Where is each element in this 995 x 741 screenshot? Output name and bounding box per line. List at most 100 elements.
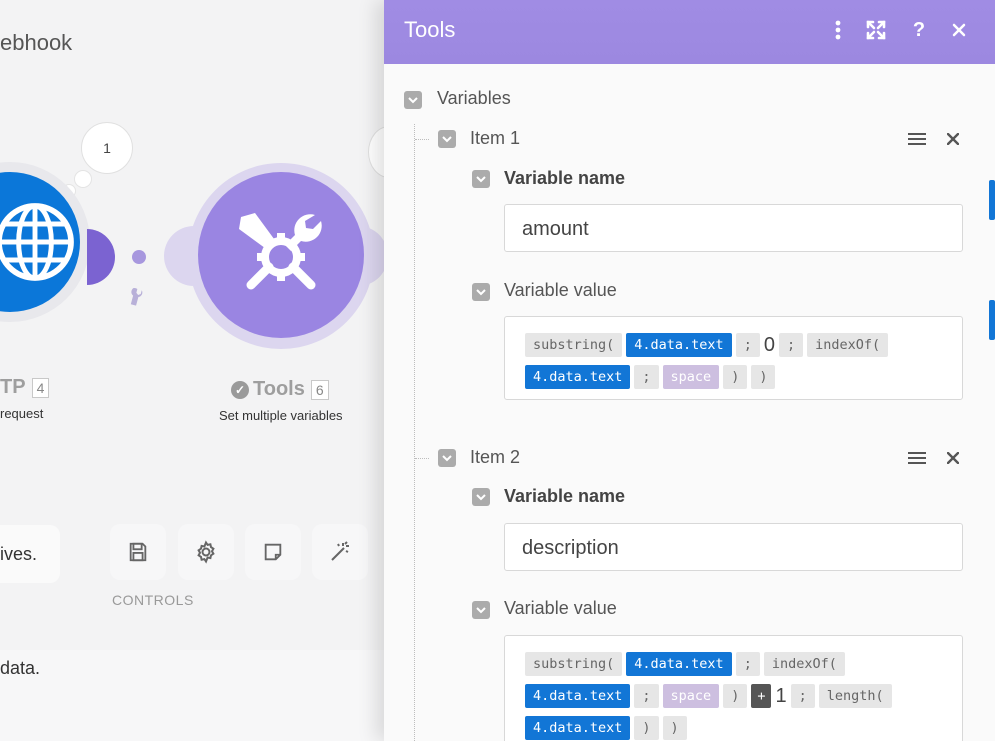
variable-value-collapse-toggle[interactable] — [472, 601, 490, 619]
chevron-down-icon — [408, 97, 418, 104]
http-module-id: 4 — [31, 377, 50, 398]
function-token[interactable]: length( — [818, 684, 892, 708]
info-tooltip: ives. — [0, 525, 60, 583]
notes-button[interactable] — [245, 524, 301, 580]
route-connector-dot[interactable] — [132, 250, 146, 264]
tree-guide — [415, 458, 429, 459]
tree-guide — [415, 139, 429, 140]
variable-value-collapse-toggle[interactable] — [472, 283, 490, 301]
item-2-remove-button[interactable] — [942, 447, 964, 469]
function-token[interactable]: ; — [634, 365, 659, 389]
tools-module-name[interactable]: ✓ Tools 6 — [231, 378, 329, 401]
chevron-down-icon — [442, 455, 452, 462]
save-button[interactable] — [110, 524, 166, 580]
expand-icon — [866, 20, 886, 40]
function-token[interactable]: substring( — [525, 651, 623, 676]
http-module-connector[interactable] — [87, 229, 115, 285]
save-icon — [129, 542, 147, 562]
drag-handle-icon — [908, 452, 926, 464]
scenario-settings-button[interactable] — [178, 524, 234, 580]
scenario-canvas[interactable]: ebhook 1 TP 4 request ✓ Tools 6 Set mult… — [0, 0, 400, 741]
variable-value-formula[interactable]: substring(4.data.text; indexOf(4.data.tex… — [504, 635, 963, 741]
bubble-dot — [74, 170, 92, 188]
operation-count-bubble[interactable]: 1 — [81, 122, 133, 174]
variable-name-collapse-toggle[interactable] — [472, 488, 490, 506]
gear-icon — [197, 540, 215, 564]
function-token[interactable]: ) — [662, 716, 687, 740]
variable-token[interactable]: 4.data.text — [525, 365, 631, 389]
function-token[interactable]: substring( — [525, 333, 623, 357]
item-1-drag-handle[interactable] — [906, 128, 928, 150]
variable-value-label: Variable value — [504, 598, 617, 618]
scroll-indicator[interactable] — [989, 180, 995, 220]
chevron-down-icon — [442, 136, 452, 143]
item-2-label: Item 2 — [470, 447, 521, 467]
bottom-area — [0, 650, 400, 741]
variable-token[interactable]: 4.data.text — [626, 651, 732, 676]
variable-token[interactable]: 4.data.text — [525, 716, 631, 740]
function-token[interactable]: ; — [778, 333, 804, 357]
function-token[interactable]: ) — [723, 365, 748, 389]
close-icon — [947, 133, 959, 145]
expand-button[interactable] — [863, 17, 889, 43]
item-1-collapse-toggle[interactable] — [438, 130, 456, 148]
chevron-down-icon — [476, 494, 486, 501]
scenario-title[interactable]: ebhook — [0, 30, 72, 56]
function-token[interactable]: ; — [735, 333, 760, 357]
function-token[interactable]: indexOf( — [807, 333, 889, 357]
item-1-remove-button[interactable] — [942, 128, 964, 150]
variable-token[interactable]: 4.data.text — [525, 684, 631, 708]
tooltip-text: ives. — [0, 543, 38, 564]
drag-handle-icon — [908, 133, 926, 145]
tools-icon — [239, 213, 322, 290]
close-panel-button[interactable] — [946, 17, 972, 43]
magic-wand-icon — [331, 541, 349, 561]
tools-module-id: 6 — [310, 379, 329, 400]
chevron-down-icon — [476, 289, 486, 296]
log-text: data. — [0, 658, 41, 678]
variable-value-label: Variable value — [504, 280, 617, 300]
operator-token[interactable]: + — [751, 684, 772, 708]
check-circle-icon: ✓ — [231, 380, 249, 399]
variables-label: Variables — [437, 88, 511, 108]
module-settings-panel: Tools ? Variables Item 1 Variable name a… — [384, 0, 995, 741]
variable-value-formula[interactable]: substring(4.data.text; 0; indexOf(4.data.t… — [504, 316, 963, 400]
item-2-drag-handle[interactable] — [906, 447, 928, 469]
help-button[interactable]: ? — [906, 17, 932, 43]
more-vertical-icon — [835, 20, 841, 40]
note-icon — [264, 543, 282, 561]
variable-name-input[interactable]: amount — [504, 204, 963, 252]
keyword-token[interactable]: space — [662, 684, 720, 708]
function-token[interactable]: ) — [634, 716, 659, 740]
variable-name-collapse-toggle[interactable] — [472, 170, 490, 188]
variable-token[interactable]: 4.data.text — [626, 333, 732, 357]
tree-guide — [414, 124, 415, 741]
function-token[interactable]: ) — [751, 365, 776, 389]
variable-name-label: Variable name — [504, 486, 626, 506]
function-token[interactable]: ; — [634, 684, 659, 708]
variables-collapse-toggle[interactable] — [404, 91, 422, 109]
controls-label: CONTROLS — [112, 592, 194, 608]
close-icon — [947, 452, 959, 464]
http-module-name[interactable]: TP 4 — [0, 376, 50, 399]
literal-token[interactable]: 0 — [764, 329, 775, 361]
auto-align-button[interactable] — [312, 524, 368, 580]
variable-name-input[interactable]: description — [504, 523, 963, 571]
function-token[interactable]: ; — [790, 684, 815, 708]
scroll-indicator[interactable] — [989, 300, 995, 340]
tools-module[interactable] — [198, 172, 364, 338]
more-options-button[interactable] — [825, 17, 851, 43]
chevron-down-icon — [476, 176, 486, 183]
help-icon: ? — [912, 18, 926, 41]
chevron-down-icon — [476, 607, 486, 614]
variable-name-label: Variable name — [504, 168, 626, 188]
keyword-token[interactable]: space — [662, 365, 720, 389]
panel-title: Tools — [404, 17, 456, 42]
function-token[interactable]: ; — [735, 651, 760, 676]
literal-token[interactable]: 1 — [775, 680, 786, 712]
function-token[interactable]: indexOf( — [763, 651, 845, 676]
function-token[interactable]: ) — [723, 684, 748, 708]
wrench-icon[interactable] — [121, 281, 154, 315]
item-2-collapse-toggle[interactable] — [438, 449, 456, 467]
tools-module-description: Set multiple variables — [219, 408, 343, 423]
